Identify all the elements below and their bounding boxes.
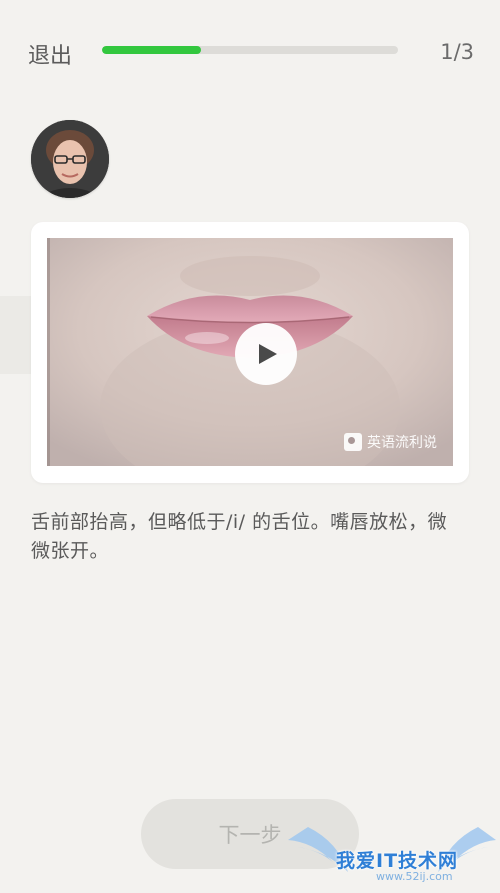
pronunciation-description: 舌前部抬高，但略低于/i/ 的舌位。嘴唇放松，微微张开。	[31, 511, 448, 562]
brand-logo-icon	[344, 433, 362, 451]
play-button[interactable]	[235, 323, 297, 385]
play-icon	[259, 344, 277, 364]
step-counter: 1/3	[440, 40, 474, 64]
video-card: 英语流利说	[31, 222, 469, 483]
site-watermark-url: www.52ij.com	[376, 870, 453, 883]
site-watermark-name: 我爱IT技术网	[336, 850, 459, 872]
exit-button[interactable]: 退出	[28, 38, 72, 70]
progress-bar-fill	[102, 46, 202, 54]
mouth-demo-video[interactable]: 英语流利说	[47, 238, 453, 466]
brand-watermark-label: 英语流利说	[367, 435, 437, 451]
top-bar: 退出 1/3	[0, 0, 500, 105]
progress-bar	[102, 46, 398, 54]
brand-watermark: 英语流利说	[344, 432, 437, 452]
teacher-avatar	[31, 120, 109, 198]
site-watermark: 我爱IT技术网 www.52ij.com	[278, 812, 500, 889]
